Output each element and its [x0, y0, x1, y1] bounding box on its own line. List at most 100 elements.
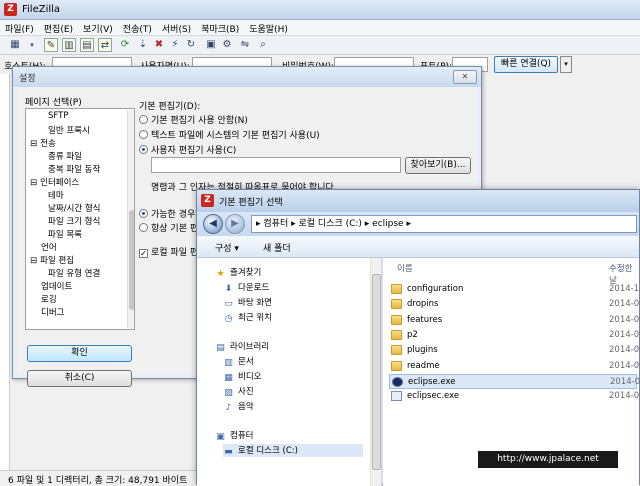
nav-item[interactable]: ◷ 최근 위치: [223, 311, 272, 324]
custom-editor-path-input[interactable]: [151, 157, 401, 173]
tree-item[interactable]: SFTP: [48, 111, 68, 121]
file-row[interactable]: eclipsec.exe 2014-06: [389, 389, 640, 404]
radio-system-editor-circle[interactable]: [139, 130, 148, 139]
tree-scrollbar-thumb[interactable]: [129, 210, 134, 310]
file-row[interactable]: features 2014-09: [389, 313, 640, 328]
address-bar[interactable]: ▸ 컴퓨터 ▸ 로컬 디스크 (C:) ▸ eclipse ▸: [251, 215, 637, 233]
radio-system-editor[interactable]: 텍스트 파일에 시스템의 기본 편집기 사용(U): [139, 128, 320, 141]
radio-always-default[interactable]: 항상 기본 편: [139, 221, 198, 234]
tree-item[interactable]: 종류 파일: [48, 150, 82, 162]
nav-item-label: 로컬 디스크 (C:): [238, 446, 298, 456]
menu-help[interactable]: 도움말(H): [244, 20, 293, 37]
menu-view[interactable]: 보기(V): [78, 20, 118, 37]
radio-use-if-possible-circle[interactable]: [139, 209, 148, 218]
compare-icon[interactable]: ⚙: [220, 38, 234, 52]
nav-item[interactable]: ▧ 사진: [223, 385, 253, 398]
tree-collapse-icon[interactable]: ⊟: [30, 139, 37, 149]
tree-item[interactable]: 파일 목록: [48, 228, 82, 240]
back-arrow-icon[interactable]: ◀: [203, 214, 223, 234]
site-manager-icon[interactable]: ▦: [8, 38, 22, 52]
file-date: 2014-06: [609, 391, 640, 402]
filter-icon[interactable]: ▣: [204, 38, 218, 52]
default-editor-label: 기본 편집기(D):: [139, 102, 201, 112]
toggle-local-tree-icon[interactable]: ▥: [62, 38, 76, 52]
tree-item[interactable]: 업데이트: [30, 280, 72, 292]
menu-bookmarks[interactable]: 북마크(B): [196, 20, 244, 37]
process-queue-icon[interactable]: ⇣: [136, 38, 150, 52]
nav-item[interactable]: ▤ 라이브러리: [215, 340, 269, 353]
tree-item[interactable]: 언어: [30, 241, 57, 253]
file-date: 2014-06: [609, 299, 640, 310]
file-row[interactable]: p2 2014-09: [389, 328, 640, 343]
menu-transfer[interactable]: 전송(T): [118, 20, 157, 37]
tree-collapse-icon[interactable]: ⊟: [30, 256, 37, 266]
tree-item[interactable]: 테마: [48, 189, 64, 201]
tree-item[interactable]: ⊟ 전송: [30, 137, 56, 149]
radio-always-default-circle[interactable]: [139, 223, 148, 232]
browse-button[interactable]: 찾아보기(B)...: [405, 157, 471, 174]
toggle-remote-tree-icon[interactable]: ▤: [80, 38, 94, 52]
nav-item[interactable]: ▭ 바탕 화면: [223, 296, 272, 309]
forward-arrow-icon[interactable]: ▶: [225, 214, 245, 234]
file-date: 2014-09: [609, 314, 640, 325]
radio-use-if-possible[interactable]: 가능한 경우: [139, 207, 195, 220]
organize-button[interactable]: 구성 ▾: [215, 241, 239, 254]
radio-no-editor[interactable]: 기본 편집기 사용 안함(N): [139, 113, 248, 126]
radio-custom-editor[interactable]: 사용자 편집기 사용(C): [139, 143, 236, 156]
toggle-queue-icon[interactable]: ⇄: [98, 38, 112, 52]
tree-item[interactable]: 파일 유형 연결: [48, 267, 100, 279]
navigation-pane-scrollbar-thumb[interactable]: [372, 274, 381, 470]
settings-close-button[interactable]: ✕: [453, 70, 477, 84]
column-header-name[interactable]: 이름: [397, 262, 413, 274]
local-file-checkbox[interactable]: ✓ 로컬 파일 편: [139, 245, 198, 258]
menu-file[interactable]: 파일(F): [0, 20, 39, 37]
tree-item[interactable]: 일반 프록시: [48, 124, 90, 136]
tree-item[interactable]: 로깅: [30, 293, 57, 305]
reconnect-icon[interactable]: ↻: [184, 38, 198, 52]
toggle-log-icon[interactable]: ✎: [44, 38, 58, 52]
local-file-checkbox-box[interactable]: ✓: [139, 249, 148, 258]
file-row[interactable]: plugins 2014-09: [389, 343, 640, 358]
tree-item[interactable]: ⊟ 파일 편집: [30, 254, 74, 266]
nav-item[interactable]: ▦ 비디오: [223, 370, 261, 383]
quickconnect-button[interactable]: 빠른 연결(Q): [494, 56, 558, 73]
tree-item[interactable]: 날짜/시간 형식: [48, 202, 101, 214]
tree-scrollbar[interactable]: [127, 110, 134, 328]
menu-edit[interactable]: 편집(E): [39, 20, 78, 37]
nav-item[interactable]: ▣ 컴퓨터: [215, 429, 253, 442]
tree-item[interactable]: ⊟ 인터페이스: [30, 176, 79, 188]
navigation-pane-scrollbar[interactable]: [370, 258, 381, 486]
file-row[interactable]: dropins 2014-06: [389, 297, 640, 312]
radio-no-editor-circle[interactable]: [139, 115, 148, 124]
file-row[interactable]: eclipse.exe 2014-06: [389, 373, 640, 389]
nav-item[interactable]: ▥ 문서: [223, 355, 253, 368]
nav-item-icon: ▤: [216, 343, 225, 353]
file-date: 2014-06: [610, 376, 640, 387]
tree-collapse-icon[interactable]: ⊟: [30, 178, 37, 188]
settings-page-tree[interactable]: SFTP 일반 프록시 ⊟ 전송 종류 파일 중복 파일 동작 ⊟ 인터페이스 테마 날짜/시간 …: [25, 108, 135, 330]
sync-browse-icon[interactable]: ⇋: [238, 38, 252, 52]
tree-item[interactable]: 디버그: [30, 306, 64, 318]
disconnect-icon[interactable]: ⚡: [168, 38, 182, 52]
new-folder-button[interactable]: 새 폴더: [263, 241, 291, 254]
nav-item[interactable]: ★ 즐겨찾기: [215, 266, 261, 279]
cancel-icon[interactable]: ✖: [152, 38, 166, 52]
file-row[interactable]: readme 2014-09: [389, 359, 640, 374]
search-icon[interactable]: ⌕: [256, 38, 270, 52]
menu-server[interactable]: 서버(S): [157, 20, 196, 37]
tree-item[interactable]: 파일 크기 형식: [48, 215, 100, 227]
file-select-dialog: Z 기본 편집기 선택 ◀ ▶ ▸ 컴퓨터 ▸ 로컬 디스크 (C:) ▸ ec…: [196, 189, 640, 486]
nav-item[interactable]: ♪ 음악: [223, 400, 254, 413]
site-manager-dropdown-icon[interactable]: ▾: [28, 38, 36, 52]
quickconnect-history-dropdown[interactable]: ▾: [560, 56, 572, 73]
tree-item[interactable]: 중복 파일 동작: [48, 163, 100, 175]
ok-button[interactable]: 확인: [27, 345, 132, 362]
tree-item-label: 일반 프록시: [48, 126, 90, 136]
file-row[interactable]: configuration 2014-11: [389, 282, 640, 297]
nav-item[interactable]: ⬇ 다운로드: [223, 281, 270, 294]
folder-icon: [391, 314, 402, 325]
refresh-icon[interactable]: ⟳: [118, 38, 132, 52]
radio-custom-editor-circle[interactable]: [139, 145, 148, 154]
nav-item[interactable]: ▬ 로컬 디스크 (C:): [223, 444, 363, 457]
cancel-button[interactable]: 취소(C): [27, 370, 132, 387]
